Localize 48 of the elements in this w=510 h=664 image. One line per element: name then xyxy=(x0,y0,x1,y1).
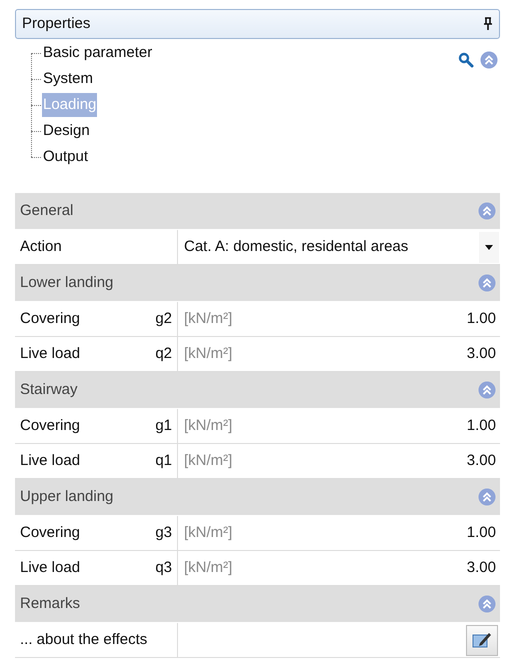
unit-label: [kN/m²] xyxy=(184,522,232,543)
property-label: Covering xyxy=(20,522,80,543)
value-field[interactable]: 3.00 xyxy=(466,450,496,472)
collapse-icon[interactable] xyxy=(478,274,496,292)
unit-label: [kN/m²] xyxy=(184,558,232,578)
collapse-icon[interactable] xyxy=(478,595,496,613)
symbol-label: q2 xyxy=(155,344,172,364)
value-field[interactable]: 3.00 xyxy=(466,556,496,580)
value-field[interactable]: 3.00 xyxy=(466,342,496,366)
property-label: Live load xyxy=(20,450,80,471)
edit-button[interactable] xyxy=(466,624,498,656)
tree-item[interactable]: Design xyxy=(42,119,91,143)
symbol-label: q3 xyxy=(155,558,172,578)
property-label: Action xyxy=(20,236,62,257)
unit-label: [kN/m²] xyxy=(184,416,232,436)
property-label: Live load xyxy=(20,558,80,578)
symbol-label: g1 xyxy=(155,416,172,436)
section-title: General xyxy=(20,200,74,221)
unit-label: [kN/m²] xyxy=(184,344,232,364)
tree-item[interactable]: System xyxy=(42,67,94,91)
property-label: ... about the effects xyxy=(20,630,148,650)
search-icon[interactable] xyxy=(458,52,474,68)
collapse-icon[interactable] xyxy=(478,202,496,220)
caret-icon xyxy=(485,244,493,250)
unit-label: [kN/m²] xyxy=(184,450,232,471)
section-title: Stairway xyxy=(20,380,78,400)
collapse-icon[interactable] xyxy=(478,488,496,506)
pin-icon[interactable] xyxy=(483,17,493,31)
tree-item[interactable]: Output xyxy=(42,145,90,169)
value-field[interactable]: 1.00 xyxy=(466,414,496,438)
property-label: Covering xyxy=(20,416,80,436)
panel-title: Properties xyxy=(22,14,90,34)
collapse-icon[interactable] xyxy=(480,51,498,69)
dropdown-field[interactable]: Cat. A: domestic, residental areas xyxy=(178,230,500,264)
property-label: Live load xyxy=(20,344,80,364)
section-title: Remarks xyxy=(20,594,80,614)
symbol-label: q1 xyxy=(155,450,172,471)
edit-icon xyxy=(472,631,492,649)
collapse-icon[interactable] xyxy=(478,381,496,399)
section-title: Lower landing xyxy=(20,272,114,293)
symbol-label: g2 xyxy=(155,308,172,329)
value-field[interactable]: 1.00 xyxy=(466,522,496,544)
tree-item[interactable]: Basic parameter xyxy=(42,41,154,65)
unit-label: [kN/m²] xyxy=(184,308,232,329)
section-title: Upper landing xyxy=(20,486,114,507)
value-field[interactable]: 1.00 xyxy=(466,308,496,330)
symbol-label: g3 xyxy=(155,522,172,543)
property-label: Covering xyxy=(20,308,80,329)
